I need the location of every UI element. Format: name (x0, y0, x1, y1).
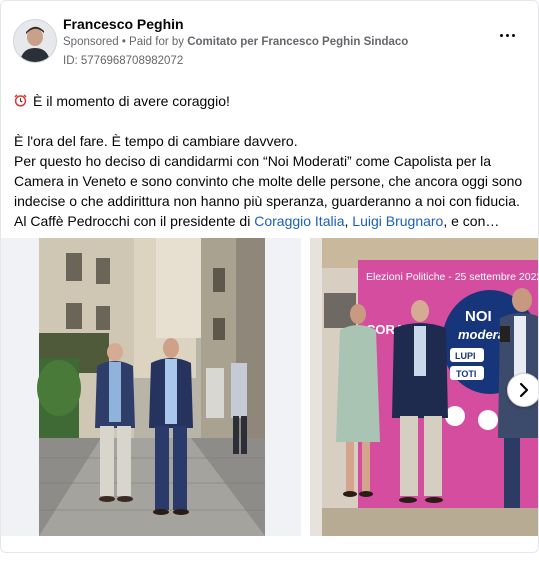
poster-logo-b: TOTI (456, 369, 476, 379)
paragraph-3-prefix: Al Caffè Pedrocchi con il presidente di (14, 213, 255, 229)
paragraph-2-line-3: indecise o che addirittura non hanno più… (14, 193, 520, 209)
carousel-next-button[interactable] (507, 373, 538, 407)
paragraph-2-line-2: Camera in Veneto e sono convinto che mol… (14, 173, 523, 189)
alarm-clock-icon (14, 94, 27, 107)
author-avatar[interactable] (13, 19, 57, 63)
post-headline: È il momento di avere coraggio! (14, 91, 529, 111)
link-coraggio-italia[interactable]: Coraggio Italia (254, 213, 344, 229)
author-name[interactable]: Francesco Peghin (63, 16, 184, 32)
poster-election-text: Elezioni Politiche - 25 settembre 2022 (366, 271, 539, 283)
ad-id: ID: 5776968708982072 (63, 55, 184, 67)
paragraph-3-suffix: , e con… (443, 213, 500, 229)
paid-for-prefix: • Paid for by (118, 36, 188, 48)
more-options-icon (500, 34, 504, 38)
chevron-right-icon (519, 382, 529, 398)
sponsored-label: Sponsored (63, 36, 119, 48)
paragraph-2-line-1: Per questo ho deciso di candidarmi con “… (14, 153, 492, 169)
poster-logo-top: NOI (465, 308, 492, 325)
post-text: È il momento di avere coraggio! È l'ora … (14, 91, 529, 231)
sponsored-post-card: Francesco Peghin Sponsored • Paid for by… (0, 0, 539, 553)
paid-by-name: Comitato per Francesco Peghin Sindaco (187, 36, 409, 48)
poster-logo-a: LUPI (455, 351, 476, 361)
carousel-photo-1[interactable] (1, 238, 301, 536)
carousel-photo-2[interactable]: Elezioni Politiche - 25 settembre 2022 C… (310, 238, 539, 536)
paragraph-3: Al Caffè Pedrocchi con il presidente di … (14, 211, 529, 231)
headline-text: È il momento di avere coraggio! (33, 93, 230, 109)
link-luigi-brugnaro[interactable]: Luigi Brugnaro (352, 213, 443, 229)
paragraph-1: È l'ora del fare. È tempo di cambiare da… (14, 133, 298, 149)
more-options-button[interactable] (498, 29, 518, 43)
sponsor-meta: Sponsored • Paid for by Comitato per Fra… (63, 36, 408, 48)
